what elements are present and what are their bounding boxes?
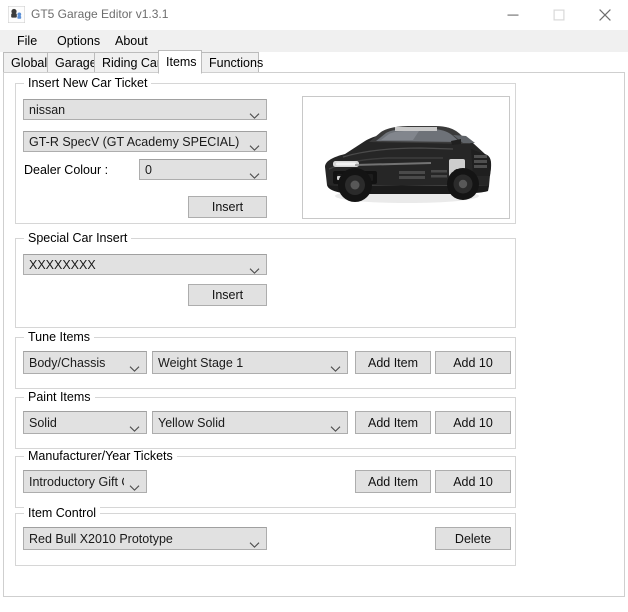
group-paint-items: Paint Items Solid Yellow Solid Add Item …	[15, 390, 516, 449]
manufacturer-ticket-combo[interactable]: Introductory Gift Car	[23, 470, 147, 493]
paint-item-combo-value: Yellow Solid	[158, 415, 225, 430]
gt5-garage-editor-window: GT5 Garage Editor v1.3.1 File Options Ab…	[0, 0, 628, 612]
tune-category-combo-value: Body/Chassis	[29, 355, 106, 370]
car-model-combo-value: GT-R SpecV (GT Academy SPECIAL)	[29, 134, 240, 149]
menu-item-options[interactable]: Options	[50, 32, 107, 50]
tab-items[interactable]: Items	[158, 50, 202, 74]
group-title-item-control: Item Control	[24, 506, 101, 520]
group-insert-new-car-ticket: Insert New Car Ticket nissan GT-R SpecV …	[15, 76, 516, 224]
chevron-down-icon	[129, 359, 140, 372]
tab-strip: Global Garage Riding Car Items Functions	[3, 50, 625, 74]
paint-category-combo-value: Solid	[29, 415, 57, 430]
close-button[interactable]	[582, 0, 628, 30]
tickets-add-10-button[interactable]: Add 10	[435, 470, 511, 493]
paint-category-combo[interactable]: Solid	[23, 411, 147, 434]
tab-global[interactable]: Global	[3, 52, 48, 73]
manufacturer-combo[interactable]: nissan	[23, 99, 267, 120]
chevron-down-icon	[249, 138, 260, 151]
menu-item-about[interactable]: About	[108, 32, 155, 50]
group-title-paint-items: Paint Items	[24, 390, 95, 404]
chevron-down-icon	[129, 419, 140, 432]
chevron-down-icon	[330, 359, 341, 372]
special-car-combo-value: XXXXXXXX	[29, 257, 96, 272]
manufacturer-ticket-combo-value: Introductory Gift Car	[29, 474, 124, 489]
window-title: GT5 Garage Editor v1.3.1	[31, 7, 169, 21]
insert-special-car-button[interactable]: Insert	[188, 284, 267, 306]
car-preview-image: 1	[302, 96, 510, 219]
group-title-insert-new-car-ticket: Insert New Car Ticket	[24, 76, 152, 90]
chevron-down-icon	[249, 166, 260, 179]
paint-item-combo[interactable]: Yellow Solid	[152, 411, 348, 434]
tune-item-combo-value: Weight Stage 1	[158, 355, 244, 370]
tune-add-item-button[interactable]: Add Item	[355, 351, 431, 374]
dealer-colour-combo-value: 0	[145, 162, 152, 177]
items-tab-page: Insert New Car Ticket nissan GT-R SpecV …	[3, 72, 625, 597]
app-icon	[7, 5, 26, 24]
minimize-button[interactable]	[490, 0, 536, 30]
paint-add-item-button[interactable]: Add Item	[355, 411, 431, 434]
delete-item-button[interactable]: Delete	[435, 527, 511, 550]
chevron-down-icon	[249, 106, 260, 119]
maximize-icon	[553, 9, 565, 21]
chevron-down-icon	[330, 419, 341, 432]
group-title-tune-items: Tune Items	[24, 330, 95, 344]
insert-car-ticket-button[interactable]: Insert	[188, 196, 267, 218]
menu-item-file[interactable]: File	[10, 32, 44, 50]
car-model-combo[interactable]: GT-R SpecV (GT Academy SPECIAL)	[23, 131, 267, 152]
tab-riding-car[interactable]: Riding Car	[94, 52, 161, 73]
chevron-down-icon	[249, 535, 260, 548]
group-special-car-insert: Special Car Insert XXXXXXXX Insert	[15, 231, 516, 328]
title-bar: GT5 Garage Editor v1.3.1	[0, 0, 628, 31]
chevron-down-icon	[249, 261, 260, 274]
tune-add-10-button[interactable]: Add 10	[435, 351, 511, 374]
tune-category-combo[interactable]: Body/Chassis	[23, 351, 147, 374]
group-title-special-car-insert: Special Car Insert	[24, 231, 132, 245]
menu-bar: File Options About	[0, 30, 628, 52]
manufacturer-combo-value: nissan	[29, 102, 66, 117]
item-control-combo-value: Red Bull X2010 Prototype	[29, 531, 173, 546]
paint-add-10-button[interactable]: Add 10	[435, 411, 511, 434]
dealer-colour-label: Dealer Colour :	[24, 163, 109, 177]
tab-functions[interactable]: Functions	[201, 52, 263, 73]
tune-item-combo[interactable]: Weight Stage 1	[152, 351, 348, 374]
maximize-button[interactable]	[536, 0, 582, 30]
dealer-colour-combo[interactable]: 0	[139, 159, 267, 180]
special-car-combo[interactable]: XXXXXXXX	[23, 254, 267, 275]
close-icon	[599, 9, 611, 21]
chevron-down-icon	[129, 478, 140, 491]
group-manufacturer-year-tickets: Manufacturer/Year Tickets Introductory G…	[15, 449, 516, 508]
minimize-icon	[507, 14, 519, 16]
group-item-control: Item Control Red Bull X2010 Prototype De…	[15, 506, 516, 566]
group-title-manufacturer-year-tickets: Manufacturer/Year Tickets	[24, 449, 177, 463]
group-tune-items: Tune Items Body/Chassis Weight Stage 1 A…	[15, 330, 516, 389]
tickets-add-item-button[interactable]: Add Item	[355, 470, 431, 493]
item-control-combo[interactable]: Red Bull X2010 Prototype	[23, 527, 267, 550]
tab-garage[interactable]: Garage	[47, 52, 97, 73]
